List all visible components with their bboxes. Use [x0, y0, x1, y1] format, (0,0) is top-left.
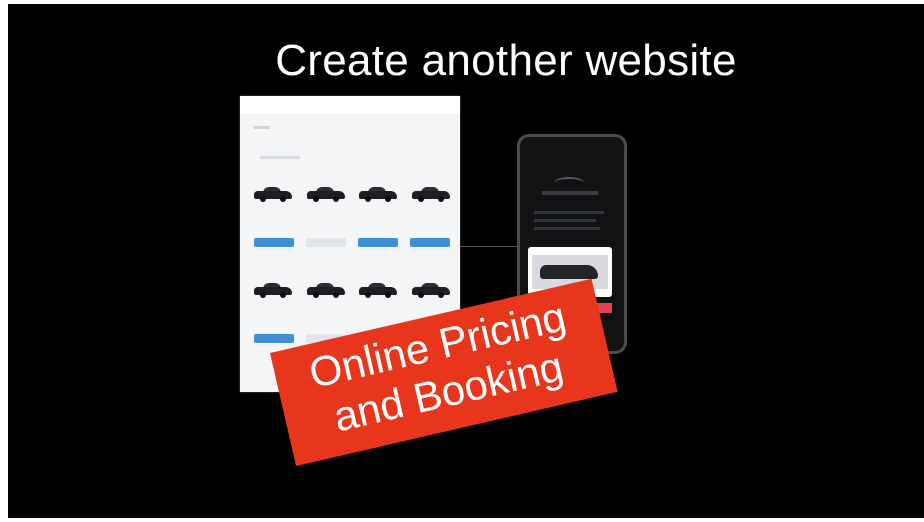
slide: Create another website Online Pricing an… — [8, 4, 924, 518]
car-row — [254, 262, 450, 318]
desktop-topbar — [240, 96, 460, 114]
price-button-row — [254, 222, 450, 262]
connector-line — [460, 246, 518, 247]
desktop-nav-indicator — [254, 126, 270, 129]
price-button — [358, 237, 398, 247]
price-button — [254, 333, 294, 343]
car-row — [254, 166, 450, 222]
car-image — [306, 186, 345, 202]
phone-text-line — [534, 211, 604, 214]
phone-car-image — [540, 265, 598, 279]
car-image — [359, 186, 398, 202]
phone-text-line — [534, 227, 600, 230]
slide-title: Create another website — [275, 36, 737, 85]
car-image — [359, 282, 398, 298]
car-image — [254, 282, 292, 298]
phone-title-placeholder — [542, 191, 598, 195]
car-image — [254, 186, 292, 202]
car-image — [411, 282, 450, 298]
phone-logo — [554, 177, 584, 189]
desktop-heading-placeholder — [260, 156, 300, 159]
car-image — [306, 282, 345, 298]
phone-text-line — [534, 219, 596, 222]
price-button — [254, 237, 294, 247]
price-button — [306, 237, 346, 247]
car-image — [411, 186, 450, 202]
price-button — [410, 237, 450, 247]
